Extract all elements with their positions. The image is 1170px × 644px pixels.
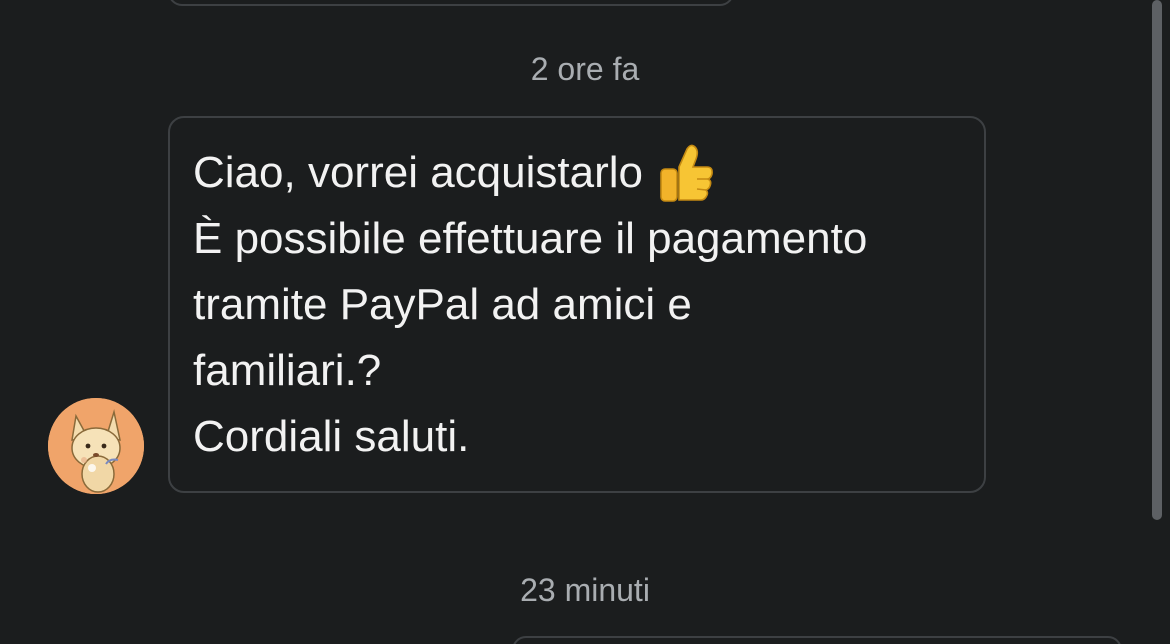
chat-screen: 2 ore fa Ciao, vorrei acquistarlo È poss… — [0, 0, 1170, 644]
thumbs-up-icon — [657, 143, 715, 203]
message-timestamp: 23 minuti — [520, 572, 650, 608]
message-line: tramite PayPal ad amici e — [193, 280, 692, 329]
message-text: Ciao, vorrei acquistarlo — [193, 148, 643, 197]
fox-avatar-icon — [48, 398, 144, 494]
scrollbar-thumb[interactable] — [1152, 0, 1162, 520]
message-line: Ciao, vorrei acquistarlo — [193, 140, 962, 206]
message-line: familiari.? — [193, 346, 382, 395]
message-timestamp: 2 ore fa — [530, 51, 640, 87]
previous-message-bubble[interactable] — [168, 0, 734, 6]
message-line: Cordiali saluti. — [193, 412, 470, 461]
user-avatar[interactable] — [48, 398, 144, 494]
message-line: È possibile effettuare il pagamento — [193, 214, 868, 263]
received-message-bubble[interactable]: Ciao, vorrei acquistarlo È possibile eff… — [168, 116, 986, 493]
next-message-bubble[interactable] — [512, 636, 1122, 644]
